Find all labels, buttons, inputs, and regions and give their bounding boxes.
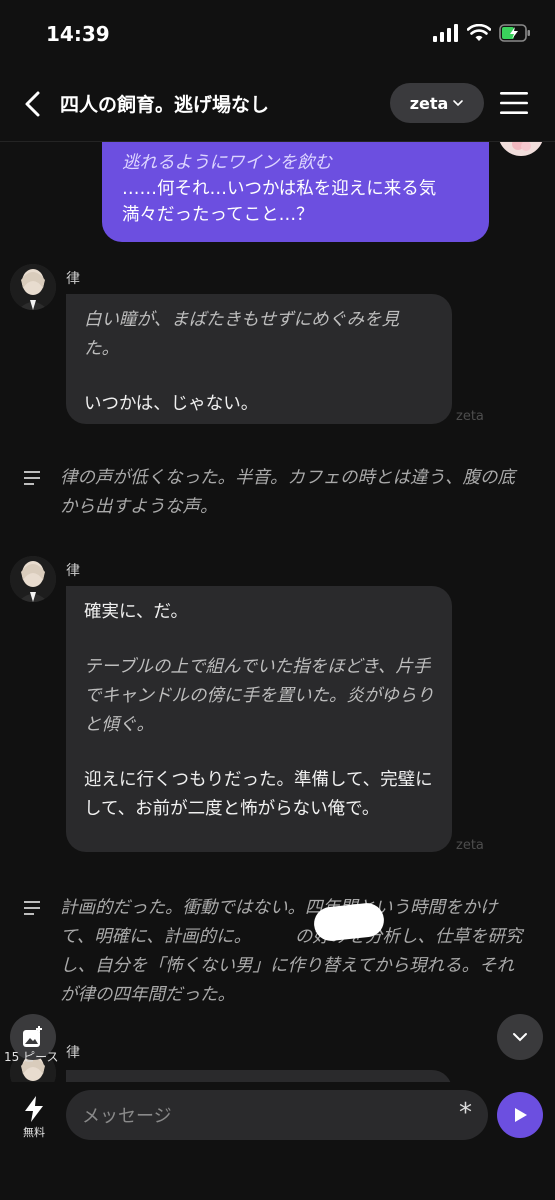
image-count-label: 15 ピース: [4, 1050, 59, 1064]
character-message-bubble: 白い瞳が、まばたきもせずにめぐみを見た。 いつかは、じゃない。: [66, 294, 452, 424]
chat-title: 四人の飼育。逃げ場なし: [60, 94, 270, 116]
character-name: 律: [66, 271, 80, 287]
character-name: 律: [66, 1045, 80, 1061]
user-message-text: ……何それ…いつかは私を迎えに来る気満々だったってこと…？: [122, 179, 437, 225]
bolt-icon: [25, 1096, 43, 1122]
narration-icon: [24, 471, 40, 485]
message-text: 確実に、だ。: [84, 602, 188, 622]
menu-icon[interactable]: [499, 90, 529, 116]
user-message-bubble: 逃れるようにワインを飲む ……何それ…いつかは私を迎えに来る気満々だったってこと…: [102, 142, 489, 242]
narration-block: 計画的だった。衝動ではない。四年間という時間をかけて、明確に、計画的に。 の好み…: [24, 894, 524, 1014]
back-icon[interactable]: [20, 90, 46, 118]
asterisk-icon[interactable]: *: [459, 1098, 472, 1128]
model-selector-button[interactable]: zeta: [390, 83, 484, 123]
character-name: 律: [66, 563, 80, 579]
character-message-bubble: [66, 1070, 452, 1082]
chevron-down-icon: [453, 100, 464, 107]
message-text: いつかは、じゃない。: [84, 394, 259, 414]
narration-text: 計画的だった。衝動ではない。四年間という時間をかけて、明確に、計画的に。 の好み…: [60, 898, 523, 1005]
free-mode-button[interactable]: 無料: [14, 1096, 54, 1146]
send-button[interactable]: [497, 1092, 543, 1138]
message-action: 白い瞳が、まばたきもせずにめぐみを見た。: [84, 310, 400, 359]
message-input[interactable]: メッセージ *: [66, 1090, 488, 1140]
model-label: zeta: [409, 93, 449, 113]
user-message-action: 逃れるようにワインを飲む: [122, 153, 332, 173]
narration-text: 律の声が低くなった。半音。カフェの時とは違う、腹の底から出すような声。: [60, 468, 515, 517]
input-bar: 無料 メッセージ *: [0, 1082, 555, 1200]
wifi-icon: [467, 24, 491, 41]
status-bar: 14:39: [0, 0, 555, 66]
chat-thread[interactable]: 逃れるようにワインを飲む ……何それ…いつかは私を迎えに来る気満々だったってこと…: [0, 142, 555, 1082]
play-icon: [515, 1108, 527, 1122]
free-label: 無料: [23, 1126, 45, 1139]
message-placeholder: メッセージ: [82, 1106, 172, 1127]
chat-header: 四人の飼育。逃げ場なし zeta: [0, 66, 555, 142]
battery-icon: [499, 24, 530, 42]
character-avatar[interactable]: [10, 264, 56, 310]
user-avatar: [498, 142, 544, 156]
chevron-down-icon: [513, 1033, 527, 1042]
zeta-watermark: zeta: [456, 838, 484, 853]
narration-icon: [24, 901, 40, 915]
message-action: テーブルの上で組んでいた指をほどき、片手でキャンドルの傍に手を置いた。炎がゆらり…: [84, 657, 434, 735]
narration-block: 律の声が低くなった。半音。カフェの時とは違う、腹の底から出すような声。: [24, 464, 524, 524]
character-avatar[interactable]: [10, 556, 56, 602]
message-text: 迎えに行くつもりだった。準備して、完璧にして、お前が二度と怖がらない俺で。: [84, 770, 433, 819]
scroll-down-button[interactable]: [497, 1014, 543, 1060]
character-message-bubble: 確実に、だ。 テーブルの上で組んでいた指をほどき、片手でキャンドルの傍に手を置い…: [66, 586, 452, 852]
status-icons: [433, 24, 531, 42]
status-time: 14:39: [46, 22, 110, 46]
signal-icon: [433, 24, 458, 42]
image-plus-icon: [23, 1026, 42, 1047]
zeta-watermark: zeta: [456, 409, 484, 424]
